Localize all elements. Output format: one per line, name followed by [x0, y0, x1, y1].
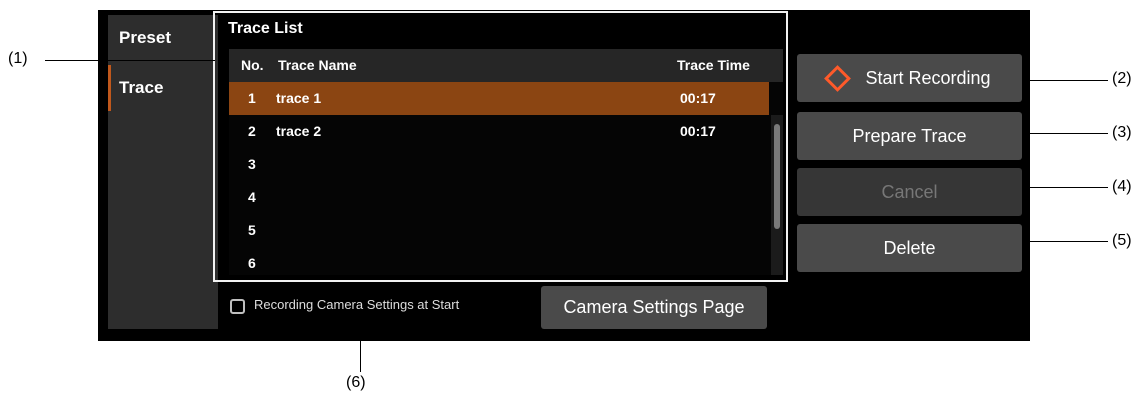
row-number: 1 — [248, 90, 256, 106]
cancel-button[interactable]: Cancel — [797, 168, 1022, 216]
row-number: 6 — [248, 255, 256, 271]
trace-time: 00:17 — [680, 123, 716, 139]
start-recording-label: Start Recording — [865, 67, 991, 88]
row-number: 5 — [248, 222, 256, 238]
header-trace-time: Trace Time — [677, 57, 750, 73]
trace-list-header: No. Trace Name Trace Time — [229, 49, 783, 81]
header-trace-name: Trace Name — [278, 57, 357, 73]
callout-line-1 — [45, 60, 215, 61]
trace-list-rows: 1 trace 1 00:17 2 trace 2 00:17 3 4 5 6 — [229, 82, 783, 275]
trace-list: No. Trace Name Trace Time 1 trace 1 00:1… — [229, 49, 783, 275]
prepare-trace-button[interactable]: Prepare Trace — [797, 112, 1022, 160]
scroll-thumb[interactable] — [774, 124, 780, 229]
trace-name: trace 1 — [276, 90, 322, 106]
recording-camera-settings-checkbox[interactable] — [230, 299, 245, 314]
callout-line-3 — [1022, 133, 1108, 134]
table-row[interactable]: 2 trace 2 00:17 — [229, 115, 769, 148]
prepare-trace-label: Prepare Trace — [852, 125, 967, 146]
record-diamond-icon — [824, 64, 852, 92]
trace-list-title: Trace List — [228, 20, 303, 37]
table-row[interactable]: 3 — [229, 148, 769, 181]
table-row[interactable]: 4 — [229, 181, 769, 214]
sidebar-item-label: Preset — [119, 28, 171, 47]
callout-label-6: (6) — [346, 374, 366, 391]
callout-label-5: (5) — [1112, 232, 1132, 249]
start-recording-button[interactable]: Start Recording — [797, 54, 1022, 102]
delete-button[interactable]: Delete — [797, 224, 1022, 272]
callout-label-3: (3) — [1112, 124, 1132, 141]
cancel-label: Cancel — [881, 181, 938, 202]
header-no: No. — [241, 57, 264, 73]
trace-time: 00:17 — [680, 90, 716, 106]
sidebar: Preset Trace — [108, 15, 218, 329]
recording-camera-settings-label: Recording Camera Settings at Start — [254, 297, 460, 312]
sidebar-item-trace[interactable]: Trace — [108, 65, 218, 111]
table-row[interactable]: 1 trace 1 00:17 — [229, 82, 769, 115]
sidebar-item-label: Trace — [119, 78, 164, 97]
callout-line-2 — [1022, 80, 1108, 81]
camera-settings-page-label: Camera Settings Page — [563, 297, 745, 317]
trace-list-scrollbar[interactable] — [771, 115, 783, 275]
callout-line-5 — [1022, 241, 1108, 242]
row-number: 4 — [248, 189, 256, 205]
callout-label-2: (2) — [1112, 70, 1132, 87]
callout-label-4: (4) — [1112, 178, 1132, 195]
sidebar-item-preset[interactable]: Preset — [108, 15, 218, 61]
delete-label: Delete — [883, 237, 936, 258]
callout-line-4 — [1022, 187, 1108, 188]
table-row[interactable]: 5 — [229, 214, 769, 247]
camera-settings-page-button[interactable]: Camera Settings Page — [541, 286, 767, 329]
callout-label-1: (1) — [8, 50, 28, 67]
row-number: 2 — [248, 123, 256, 139]
trace-name: trace 2 — [276, 123, 322, 139]
row-number: 3 — [248, 156, 256, 172]
callout-line-6 — [360, 314, 361, 372]
table-row[interactable]: 6 — [229, 247, 769, 275]
